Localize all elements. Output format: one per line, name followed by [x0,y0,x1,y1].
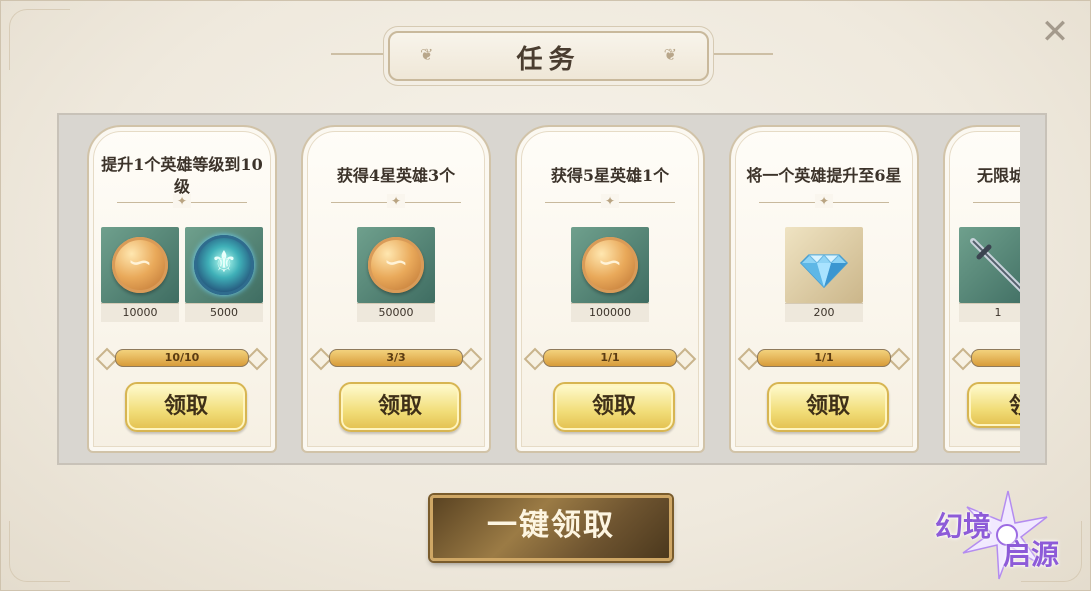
reward-quantity: 5000 [185,303,263,322]
reward-icon-frame [101,227,179,303]
progress-text: 3/3 [386,351,406,364]
task-card: 将一个英雄提升至6星 200 [729,125,919,453]
title-wing-right [703,53,773,55]
divider [973,202,1020,203]
reward-list: 1 [945,227,1020,322]
progress: 3/3 [309,347,483,371]
gold-coin-icon [582,237,638,293]
progress-bar: 1/1 [543,349,677,367]
task-card: 获得4星英雄3个 50000 3/3 领取 [301,125,491,453]
reward-list: 10000 5000 [89,227,275,322]
divider [545,202,675,203]
corner-ornament [9,521,70,582]
claim-button[interactable]: 领取 [339,382,461,432]
claim-button[interactable]: 领取 [767,382,889,432]
reward-list: 200 [731,227,917,322]
corner-ornament [9,9,70,70]
reward-item[interactable]: 50000 [357,227,435,322]
progress-text: 1/1 [600,351,620,364]
task-title: 无限城 [977,166,1020,185]
reward-icon-frame [185,227,263,303]
reward-item[interactable]: 1 [959,227,1020,322]
reward-quantity: 1 [959,303,1020,322]
logo-text: 幻境 [935,510,992,543]
title-plate: ❦ ❦ 任务 [388,31,709,81]
close-icon[interactable]: ✕ [1038,15,1072,49]
game-logo: 幻境 启源 [933,487,1083,583]
progress-ornament [673,347,697,371]
reward-icon-frame [357,227,435,303]
progress-bar: 1/1 [757,349,891,367]
task-card: 获得5星英雄1个 100000 1/1 领取 [515,125,705,453]
reward-quantity: 200 [785,303,863,322]
task-card: 无限城 1 [943,125,1020,453]
page-title: 任务 [516,45,581,75]
reward-icon-frame [959,227,1020,303]
progress-fill [972,350,1020,366]
task-dialog: ❦ ❦ 任务 ✕ 提升1个英雄等级到10级 10000 50 [0,0,1091,591]
reward-item[interactable]: 10000 [101,227,179,322]
divider [117,202,247,203]
progress: 1/1 [523,347,697,371]
progress [951,347,1020,371]
progress: 10/10 [95,347,269,371]
gold-coin-icon [112,237,168,293]
reward-icon-frame [571,227,649,303]
diamond-icon [799,254,849,289]
progress-text: 1/1 [814,351,834,364]
reward-list: 50000 [303,227,489,322]
reward-item[interactable]: 100000 [571,227,649,322]
progress-text: 10/10 [164,351,200,364]
progress-bar [971,349,1020,367]
task-card-list[interactable]: 提升1个英雄等级到10级 10000 5000 [87,125,1020,455]
task-card: 提升1个英雄等级到10级 10000 5000 [87,125,277,453]
gold-coin-icon [368,237,424,293]
spirit-orb-icon [194,235,254,295]
sword-icon [970,238,1020,293]
progress-bar: 3/3 [329,349,463,367]
progress-ornament [245,347,269,371]
divider [759,202,889,203]
logo-text: 启源 [1003,538,1060,571]
reward-quantity: 50000 [357,303,435,322]
progress-ornament [887,347,911,371]
reward-quantity: 100000 [571,303,649,322]
progress-bar: 10/10 [115,349,249,367]
reward-item[interactable]: 200 [785,227,863,322]
claim-button[interactable]: 领取 [125,382,247,432]
reward-icon-frame [785,227,863,303]
reward-item[interactable]: 5000 [185,227,263,322]
progress-ornament [459,347,483,371]
claim-button[interactable]: 领 [967,382,1020,428]
divider [331,202,461,203]
reward-list: 100000 [517,227,703,322]
claim-all-button[interactable]: 一键领取 [430,495,672,561]
reward-quantity: 10000 [101,303,179,322]
progress: 1/1 [737,347,911,371]
claim-button[interactable]: 领取 [553,382,675,432]
title-wing-left [331,53,391,55]
